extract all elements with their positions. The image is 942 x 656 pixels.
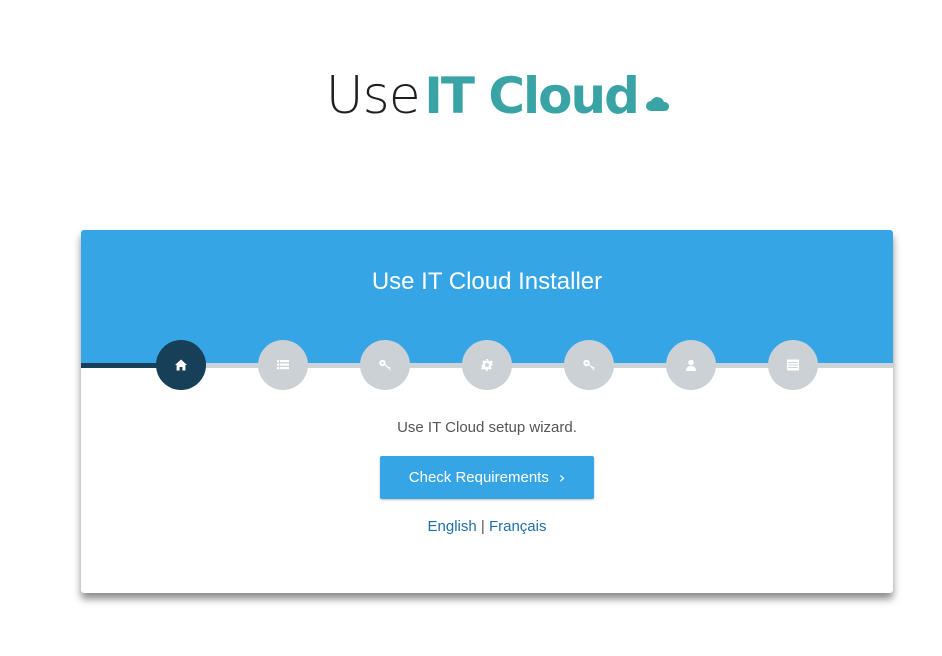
language-separator: |: [480, 518, 485, 535]
logo-text-bold: IT Cloud: [424, 67, 640, 125]
key-icon: [583, 359, 595, 371]
step-key-2[interactable]: [564, 340, 614, 390]
logo: Use IT Cloud: [0, 66, 942, 136]
chevron-right-icon: ›: [558, 468, 566, 487]
installer-card: Use IT Cloud Installer Use IT Cloud setu…: [81, 230, 893, 593]
step-home[interactable]: [156, 340, 206, 390]
server-icon: [787, 359, 799, 371]
user-icon: [686, 359, 696, 371]
language-french-link[interactable]: Français: [489, 518, 547, 535]
step-server[interactable]: [768, 340, 818, 390]
step-user[interactable]: [666, 340, 716, 390]
check-requirements-button[interactable]: Check Requirements ›: [380, 456, 594, 499]
language-english-link[interactable]: English: [428, 518, 477, 535]
wizard-subtitle: Use IT Cloud setup wizard.: [397, 419, 577, 436]
step-list[interactable]: [258, 340, 308, 390]
list-icon: [277, 360, 289, 370]
language-switcher: English | Français: [81, 518, 893, 535]
check-requirements-label: Check Requirements: [408, 469, 549, 486]
home-icon: [175, 359, 187, 371]
cloud-icon: [646, 97, 670, 111]
step-key-1[interactable]: [360, 340, 410, 390]
gear-icon: [481, 359, 493, 371]
installer-title: Use IT Cloud Installer: [371, 268, 603, 295]
step-settings[interactable]: [462, 340, 512, 390]
logo-text-light: Use: [325, 66, 421, 126]
key-icon: [379, 359, 391, 371]
